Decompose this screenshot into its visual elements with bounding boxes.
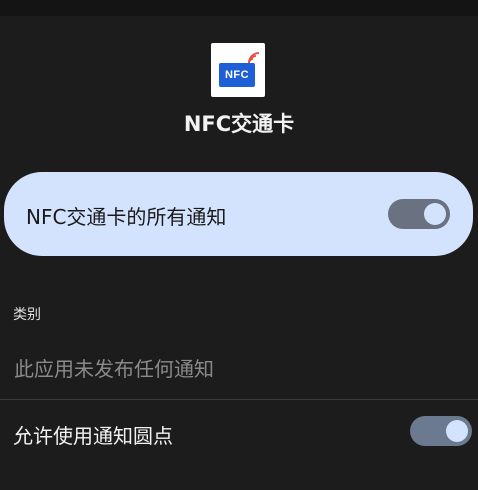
notification-dots-toggle[interactable]	[410, 416, 472, 446]
all-notifications-card[interactable]: NFC交通卡的所有通知	[4, 172, 473, 256]
toggle-thumb	[424, 203, 446, 225]
nfc-icon-text: NFC	[224, 69, 250, 81]
nfc-card-icon: NFC	[219, 63, 255, 87]
all-notifications-label: NFC交通卡的所有通知	[26, 205, 227, 229]
all-notifications-toggle[interactable]	[388, 199, 450, 229]
notification-dots-row[interactable]: 允许使用通知圆点	[0, 400, 478, 464]
status-bar	[0, 0, 478, 16]
category-header: 类别	[13, 307, 41, 323]
toggle-thumb	[446, 420, 468, 442]
no-notifications-message: 此应用未发布任何通知	[14, 357, 214, 381]
nfc-wave-icon	[248, 52, 260, 64]
nfc-app-icon: NFC	[211, 43, 265, 97]
notification-dots-label: 允许使用通知圆点	[13, 424, 173, 448]
app-title: NFC交通卡	[183, 112, 295, 136]
